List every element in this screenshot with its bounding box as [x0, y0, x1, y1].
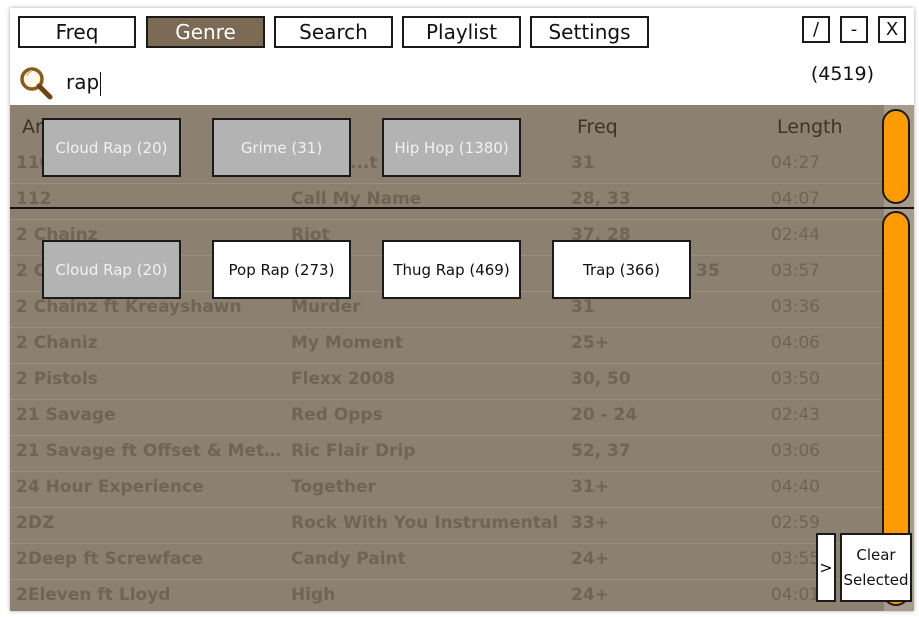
tab-playlist[interactable]: Playlist	[402, 16, 521, 48]
result-count: (4519)	[810, 63, 874, 85]
column-header-length[interactable]: Length	[777, 116, 843, 138]
length-cell: 03:36	[771, 297, 820, 317]
length-cell: 02:59	[771, 513, 820, 533]
length-cell: 04:07	[771, 189, 820, 209]
title-cell: Red Opps	[291, 405, 383, 425]
freq-cell: 24+	[571, 585, 609, 605]
length-cell: 04:01	[771, 585, 820, 605]
artist-cell: 2 Chaniz	[16, 333, 98, 353]
restore-button[interactable]: /	[802, 16, 830, 43]
genre-button-thug-rap[interactable]: Thug Rap (469)	[382, 240, 521, 299]
table-row[interactable]: 2DZ Rock With You Instrumental 33+ 02:59	[10, 507, 884, 544]
length-cell: 03:55	[771, 549, 820, 569]
artist-cell: 2 Pistols	[16, 369, 98, 389]
artist-cell: 2 Chainz ft Kreayshawn	[16, 297, 242, 317]
minimize-button[interactable]: -	[840, 16, 868, 43]
table-row[interactable]: 2Deep ft Screwface Candy Paint 24+ 03:55	[10, 543, 884, 580]
genre-parent-scroll-thumb[interactable]	[882, 109, 910, 204]
column-header-artist[interactable]: Ar	[22, 116, 43, 138]
tab-freq[interactable]: Freq	[18, 16, 136, 48]
artist-cell: 112	[16, 189, 52, 209]
tab-settings[interactable]: Settings	[530, 16, 649, 48]
genre-button-hip-hop[interactable]: Hip Hop (1380)	[382, 118, 521, 177]
tab-genre[interactable]: Genre	[146, 16, 265, 48]
freq-cell: 25+	[571, 333, 609, 353]
freq-cell: 24+	[571, 549, 609, 569]
freq-cell: 28, 33	[571, 189, 631, 209]
artist-cell: 2DZ	[16, 513, 55, 533]
clear-selected-button[interactable]: Clear Selected	[840, 533, 912, 602]
length-cell: 04:06	[771, 333, 820, 353]
title-cell: Rock With You Instrumental	[291, 513, 559, 533]
expand-button[interactable]: >	[816, 533, 836, 602]
table-row[interactable]: 2Eleven ft Lloyd High 24+ 04:01	[10, 579, 884, 611]
freq-cell: 31+	[571, 477, 609, 497]
clear-selected-label-line2: Selected	[843, 570, 909, 589]
genre-level-divider	[10, 207, 914, 209]
table-row[interactable]: 2 Chaniz My Moment 25+ 04:06	[10, 327, 884, 364]
title-cell: My Moment	[291, 333, 403, 353]
table-row[interactable]: 2 Pistols Flexx 2008 30, 50 03:50	[10, 363, 884, 400]
length-cell: 03:50	[771, 369, 820, 389]
freq-cell: 52, 37	[571, 441, 631, 461]
table-row[interactable]: 24 Hour Experience Together 31+ 04:40	[10, 471, 884, 508]
freq-cell: 35	[696, 261, 720, 281]
app-window: Freq Genre Search Playlist Settings / - …	[10, 8, 914, 611]
title-cell: High	[291, 585, 336, 605]
search-input-value: rap	[66, 70, 100, 94]
title-cell: Murder	[291, 297, 361, 317]
length-cell: 04:27	[771, 153, 820, 173]
table-row[interactable]: 112 Call My Name 28, 33 04:07	[10, 183, 884, 220]
genre-button-grime[interactable]: Grime (31)	[212, 118, 351, 177]
column-header-freq[interactable]: Freq	[577, 116, 618, 138]
table-row[interactable]: 21 Savage ft Offset & Metro ... Ric Flai…	[10, 435, 884, 472]
genre-button-trap[interactable]: Trap (366)	[552, 240, 691, 299]
search-input[interactable]: rap	[66, 70, 102, 96]
song-list: Ar Freq Length 110 ...t M 31 04:27 112 C…	[10, 105, 884, 611]
freq-cell: 33+	[571, 513, 609, 533]
title-cell: Together	[291, 477, 376, 497]
length-cell: 02:43	[771, 405, 820, 425]
table-row[interactable]: 21 Savage Red Opps 20 - 24 02:43	[10, 399, 884, 436]
tab-search[interactable]: Search	[274, 16, 393, 48]
freq-cell: 30, 50	[571, 369, 631, 389]
clear-selected-label-line1: Clear	[856, 545, 896, 564]
freq-cell: 20 - 24	[571, 405, 638, 425]
title-cell: Ric Flair Drip	[291, 441, 416, 461]
length-cell: 02:44	[771, 225, 820, 245]
length-cell: 03:06	[771, 441, 820, 461]
genre-button-cloud-rap[interactable]: Cloud Rap (20)	[42, 240, 181, 299]
artist-cell: 2Eleven ft Lloyd	[16, 585, 171, 605]
title-cell: Candy Paint	[291, 549, 406, 569]
length-cell: 03:57	[771, 261, 820, 281]
genre-button-pop-rap[interactable]: Pop Rap (273)	[212, 240, 351, 299]
title-cell: Flexx 2008	[291, 369, 396, 389]
title-cell: Call My Name	[291, 189, 422, 209]
length-cell: 04:40	[771, 477, 820, 497]
close-button[interactable]: X	[878, 16, 906, 43]
search-icon[interactable]	[18, 65, 54, 101]
freq-cell: 31	[571, 153, 595, 173]
artist-cell: 21 Savage	[16, 405, 116, 425]
artist-cell: 2Deep ft Screwface	[16, 549, 203, 569]
artist-cell: 21 Savage ft Offset & Metro ...	[16, 441, 286, 461]
freq-cell: 31	[571, 297, 595, 317]
genre-button-cloud-rap-parent[interactable]: Cloud Rap (20)	[42, 118, 181, 177]
artist-cell: 24 Hour Experience	[16, 477, 204, 497]
